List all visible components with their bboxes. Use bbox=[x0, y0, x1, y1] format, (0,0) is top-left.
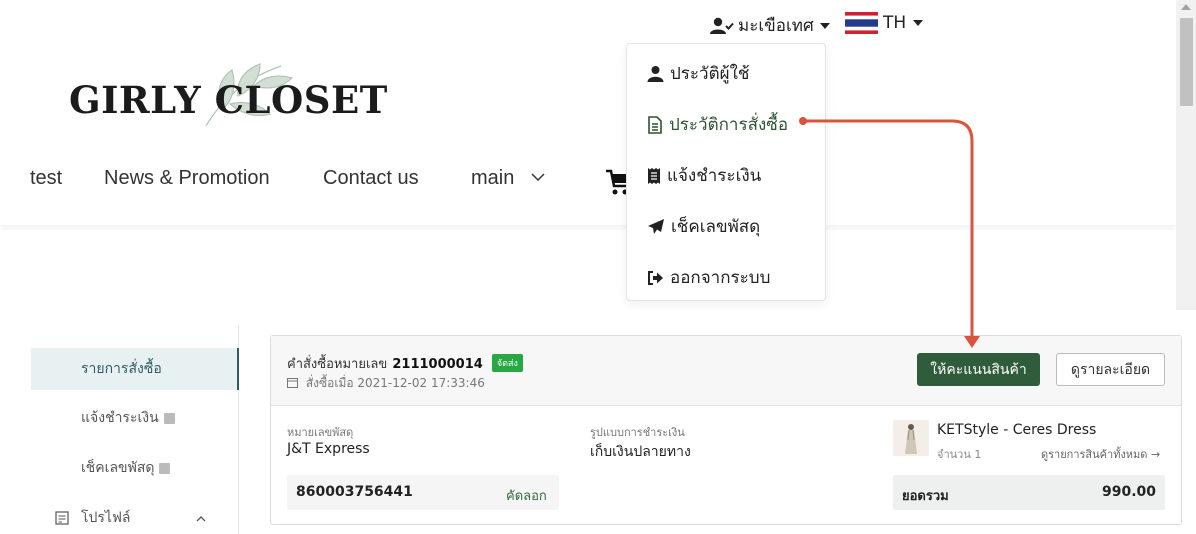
file-icon bbox=[648, 115, 662, 134]
sidebar-item-orders[interactable]: รายการสั่งซื้อ bbox=[31, 348, 239, 390]
product-name[interactable]: KETStyle - Ceres Dress bbox=[937, 422, 1096, 438]
menu-item-label: ประวัติผู้ใช้ bbox=[670, 64, 750, 84]
user-dropdown-menu: ประวัติผู้ใช้ ประวัติการสั่งซื้อ แจ้งชำร… bbox=[626, 43, 826, 301]
thai-flag-icon bbox=[845, 12, 878, 34]
nav-news-promotion[interactable]: News & Promotion bbox=[104, 167, 270, 190]
order-card-header: คำสั่งซื้อหมายเลข 2111000014 จัดส่ง สั่ง… bbox=[271, 336, 1181, 406]
caret-down-icon bbox=[819, 22, 830, 29]
dress-image bbox=[905, 424, 917, 454]
sidebar-item-payment-notify[interactable]: แจ้งชำระเงิน bbox=[31, 397, 239, 439]
tracking-label: หมายเลขพัสดุ bbox=[287, 426, 354, 439]
logo-text: GIRLY CLOSET bbox=[69, 78, 388, 122]
order-card: คำสั่งซื้อหมายเลข 2111000014 จัดส่ง สั่ง… bbox=[270, 335, 1182, 525]
order-number-line: คำสั่งซื้อหมายเลข 2111000014 จัดส่ง bbox=[287, 353, 523, 374]
paper-plane-icon bbox=[648, 219, 664, 234]
product-thumbnail[interactable] bbox=[893, 420, 929, 456]
sidebar-item-label: แจ้งชำระเงิน bbox=[81, 410, 159, 426]
site-header: GIRLY CLOSET test News & Promotion Conta… bbox=[0, 0, 1176, 225]
scroll-thumb[interactable] bbox=[1180, 18, 1193, 106]
payment-label: รูปแบบการชำระเงิน bbox=[590, 426, 685, 439]
menu-item-payment-notify[interactable]: แจ้งชำระเงิน bbox=[647, 162, 761, 189]
payment-method: เก็บเงินปลายทาง bbox=[590, 444, 691, 460]
sidebar-item-profile[interactable]: โปรไฟล์ bbox=[31, 497, 239, 534]
scrollbar[interactable] bbox=[1176, 0, 1196, 310]
menu-item-label: แจ้งชำระเงิน bbox=[667, 166, 762, 186]
caret-down-icon bbox=[913, 20, 924, 26]
language-label: TH bbox=[883, 13, 907, 33]
nav-contact-us[interactable]: Contact us bbox=[323, 167, 419, 190]
tracking-number-box: 860003756441 คัดลอก bbox=[287, 475, 559, 510]
order-number: 2111000014 bbox=[392, 357, 483, 372]
sidebar-item-label: รายการสั่งซื้อ bbox=[81, 361, 162, 377]
user-check-icon bbox=[710, 17, 734, 34]
rate-product-button[interactable]: ให้คะแนนสินค้า bbox=[917, 353, 1040, 386]
chevron-up-icon bbox=[197, 515, 206, 521]
menu-item-label: ประวัติการสั่งซื้อ bbox=[669, 115, 789, 135]
view-all-products-link[interactable]: ดูรายการสินค้าทั้งหมด → bbox=[1041, 445, 1160, 463]
total-box: ยอดรวม 990.00 bbox=[893, 475, 1165, 510]
sidebar-item-label: เช็คเลขพัสดุ bbox=[81, 460, 155, 476]
tracking-number: 860003756441 bbox=[296, 484, 413, 500]
chevron-down-icon bbox=[531, 173, 545, 182]
total-amount: 990.00 bbox=[1101, 484, 1156, 500]
logo[interactable]: GIRLY CLOSET bbox=[66, 60, 388, 130]
order-number-label: คำสั่งซื้อหมายเลข bbox=[287, 357, 388, 372]
nav-main-label: main bbox=[471, 167, 515, 189]
user-icon bbox=[647, 66, 664, 82]
status-badge: จัดส่ง bbox=[491, 354, 523, 372]
total-label: ยอดรวม bbox=[902, 489, 949, 504]
user-menu-toggle[interactable]: มะเขือเทศ bbox=[710, 12, 830, 39]
sidebar-item-label: โปรไฟล์ bbox=[81, 510, 131, 526]
external-link-icon bbox=[159, 462, 171, 474]
menu-item-order-history[interactable]: ประวัติการสั่งซื้อ bbox=[647, 111, 788, 138]
menu-item-track-parcel[interactable]: เช็คเลขพัสดุ bbox=[647, 213, 760, 240]
sign-out-icon bbox=[648, 270, 663, 285]
view-detail-button[interactable]: ดูรายละเอียด bbox=[1056, 353, 1165, 386]
receipt-icon bbox=[648, 167, 660, 184]
nav-test[interactable]: test bbox=[30, 167, 62, 190]
carrier-name: J&T Express bbox=[287, 441, 370, 457]
order-date: สั่งซื้อเมื่อ 2021-12-02 17:33:46 bbox=[305, 376, 485, 390]
sidebar-item-track-parcel[interactable]: เช็คเลขพัสดุ bbox=[31, 447, 239, 489]
order-date-line: สั่งซื้อเมื่อ 2021-12-02 17:33:46 bbox=[287, 374, 485, 393]
scroll-up-arrow-icon[interactable] bbox=[1181, 4, 1191, 10]
menu-item-label: เช็คเลขพัสดุ bbox=[671, 217, 761, 237]
profile-card-icon bbox=[55, 511, 69, 525]
calendar-icon bbox=[287, 378, 298, 388]
external-link-icon bbox=[163, 412, 175, 424]
copy-button[interactable]: คัดลอก bbox=[506, 485, 547, 506]
user-name: มะเขือเทศ bbox=[738, 16, 814, 36]
language-toggle[interactable]: TH bbox=[845, 12, 924, 34]
nav-main[interactable]: main bbox=[471, 167, 546, 190]
menu-item-logout[interactable]: ออกจากระบบ bbox=[647, 264, 770, 291]
menu-item-label: ออกจากระบบ bbox=[670, 268, 771, 288]
menu-item-user-profile[interactable]: ประวัติผู้ใช้ bbox=[647, 60, 749, 87]
product-quantity: จำนวน 1 bbox=[937, 448, 982, 461]
